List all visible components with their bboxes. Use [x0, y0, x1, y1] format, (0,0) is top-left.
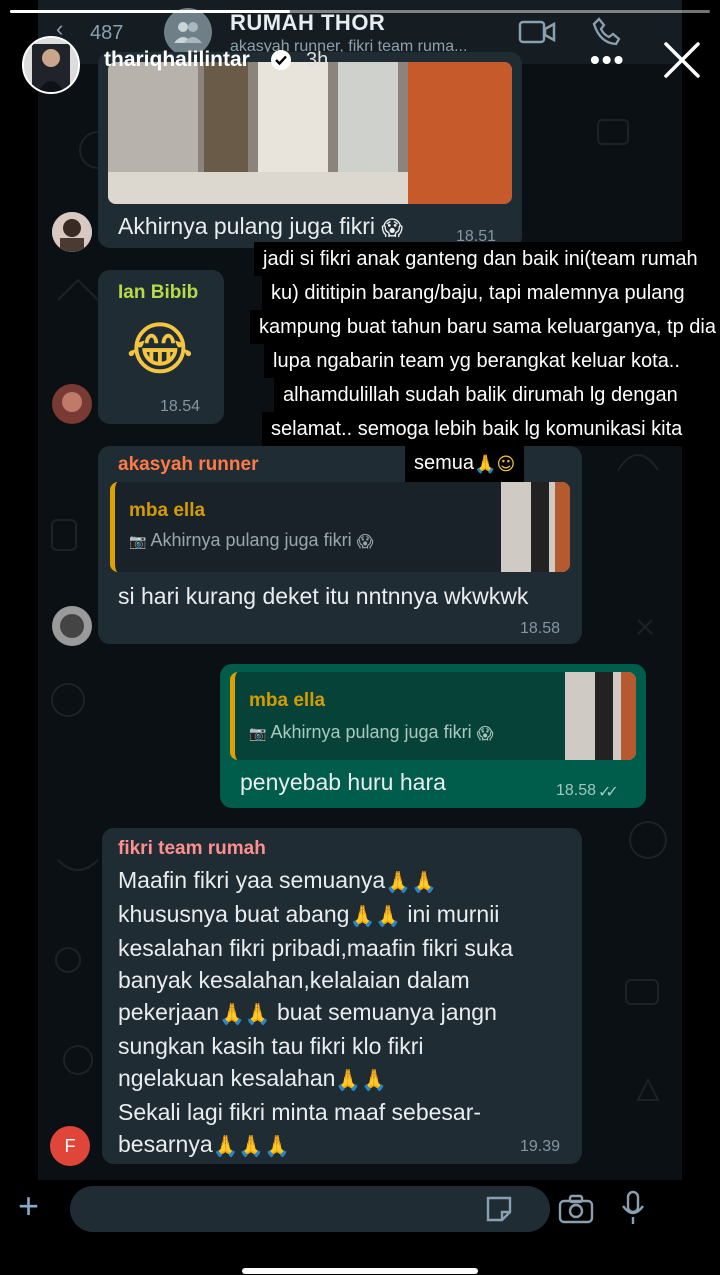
message-line: ngelakuan kesalahan — [118, 1065, 336, 1091]
group-title[interactable]: RUMAH THOR — [230, 10, 385, 36]
quoted-message[interactable]: mba ella 📷 Akhirnya pulang juga fikri 😱 — [230, 672, 636, 760]
sender-name: akasyah runner — [118, 454, 259, 475]
message-text: Akhirnya pulang juga fikri — [118, 213, 375, 239]
microphone-icon[interactable] — [620, 1190, 646, 1226]
sender-avatar[interactable] — [52, 212, 92, 252]
quoted-sender: mba ella — [249, 690, 326, 711]
story-progress-bar — [10, 10, 710, 13]
close-icon[interactable] — [662, 40, 702, 80]
pray-emoji: 🙏🙏 — [335, 1068, 387, 1092]
unread-count[interactable]: 487 — [90, 22, 123, 45]
quoted-thumbnail — [565, 672, 636, 760]
quoted-thumbnail — [501, 482, 570, 572]
home-indicator — [242, 1268, 478, 1274]
sender-avatar[interactable] — [52, 606, 92, 646]
verified-badge-icon — [271, 50, 291, 70]
caption-line-last: semua🙏☺ — [405, 446, 525, 482]
avatar-photo — [52, 606, 92, 646]
chat-screenshot: ‹ 487 RUMAH THOR akasyah runner, fikri t… — [38, 0, 682, 1180]
message-bubble-outgoing[interactable]: mba ella 📷 Akhirnya pulang juga fikri 😱 … — [220, 664, 646, 808]
message-time: 18.58 — [556, 782, 597, 799]
quoted-text: Akhirnya pulang juga fikri — [270, 722, 472, 742]
message-time: 18.58 — [520, 620, 561, 637]
message-line: banyak kesalahan,kelalaian dalam — [118, 967, 470, 993]
message-bubble[interactable]: Akhirnya pulang juga fikri 😱 18.51 — [98, 52, 522, 248]
pray-emoji: 🙏🙏 — [385, 870, 437, 894]
story-progress-fill — [10, 10, 290, 13]
sender-name: Ian Bibib — [118, 282, 199, 303]
big-emoji: 😂 — [126, 315, 194, 383]
avatar-photo — [24, 38, 78, 92]
more-options-icon[interactable]: ••• — [590, 44, 625, 76]
caption-line: lupa ngabarin team yg berangkat keluar k… — [264, 344, 689, 378]
quoted-emoji: 😱 — [356, 532, 374, 551]
caption-line: jadi si fikri anak ganteng dan baik ini(… — [254, 242, 707, 276]
sender-name: fikri team rumah — [118, 838, 266, 859]
caption-word: semua — [414, 452, 475, 474]
message-line: sungkan kasih tau fikri klo fikri — [118, 1033, 424, 1059]
avatar-photo — [52, 384, 92, 424]
message-bubble[interactable]: fikri team rumah Maafin fikri yaa semuan… — [102, 828, 582, 1164]
message-time: 18.54 — [160, 398, 201, 415]
message-body: Maafin fikri yaa semuanya🙏🙏 khususnya bu… — [118, 864, 578, 1162]
caption-line: kampung buat tahun baru sama keluarganya… — [250, 310, 720, 344]
story-user-avatar[interactable] — [22, 36, 80, 94]
message-line-tail: ini murnii — [401, 901, 500, 927]
voice-call-icon[interactable] — [592, 16, 622, 46]
avatar-letter: F — [64, 1135, 76, 1156]
quoted-text: Akhirnya pulang juga fikri — [150, 530, 352, 550]
quoted-emoji: 😱 — [476, 724, 494, 743]
attach-plus-icon[interactable]: + — [18, 1188, 39, 1224]
message-bubble[interactable]: Ian Bibib 😂 18.54 — [98, 270, 224, 424]
group-icon — [174, 22, 202, 43]
story-time: 3h — [306, 49, 329, 71]
message-text: penyebab huru hara — [240, 769, 446, 795]
sticker-icon[interactable] — [484, 1194, 514, 1224]
message-line-tail: buat semuanya jangn — [270, 999, 497, 1025]
message-emoji: 😱 — [381, 216, 403, 240]
caption-line: ku) dititipin barang/baju, tapi malemnya… — [262, 276, 694, 310]
caption-emoji: 🙏☺ — [474, 454, 516, 475]
message-line: Sekali lagi fikri minta maaf sebesar- — [118, 1099, 482, 1125]
message-text: si hari kurang deket itu nntnnya wkwkwk — [118, 583, 529, 609]
message-line: khususnya buat abang — [118, 901, 350, 927]
sender-avatar[interactable]: F — [50, 1126, 90, 1166]
message-time: 19.39 — [520, 1138, 561, 1155]
camera-icon[interactable] — [558, 1194, 594, 1224]
camera-icon: 📷 — [129, 534, 147, 550]
pray-emoji: 🙏🙏 — [349, 904, 401, 928]
quoted-message[interactable]: mba ella 📷 Akhirnya pulang juga fikri 😱 — [110, 482, 570, 572]
photo-image — [108, 62, 512, 204]
message-line: Maafin fikri yaa semuanya — [118, 867, 386, 893]
message-line: pekerjaan — [118, 999, 220, 1025]
message-photo[interactable] — [108, 62, 512, 204]
read-ticks-icon: ✓✓ — [598, 784, 619, 801]
video-call-icon[interactable] — [518, 18, 556, 46]
story-username[interactable]: thariqhalilintar — [104, 48, 250, 72]
caption-line: alhamdulillah sudah balik dirumah lg den… — [274, 378, 687, 412]
camera-icon: 📷 — [249, 726, 267, 742]
sender-avatar[interactable] — [52, 384, 92, 424]
message-line: kesalahan fikri pribadi,maafin fikri suk… — [118, 935, 514, 961]
message-input[interactable] — [70, 1186, 550, 1232]
avatar-photo — [52, 212, 92, 252]
quoted-sender: mba ella — [129, 500, 206, 521]
caption-line: selamat.. semoga lebih baik lg komunikas… — [262, 412, 692, 446]
pray-emoji: 🙏🙏 — [219, 1002, 271, 1026]
message-line: besarnya — [118, 1131, 213, 1157]
pray-emoji: 🙏🙏🙏 — [212, 1134, 290, 1158]
